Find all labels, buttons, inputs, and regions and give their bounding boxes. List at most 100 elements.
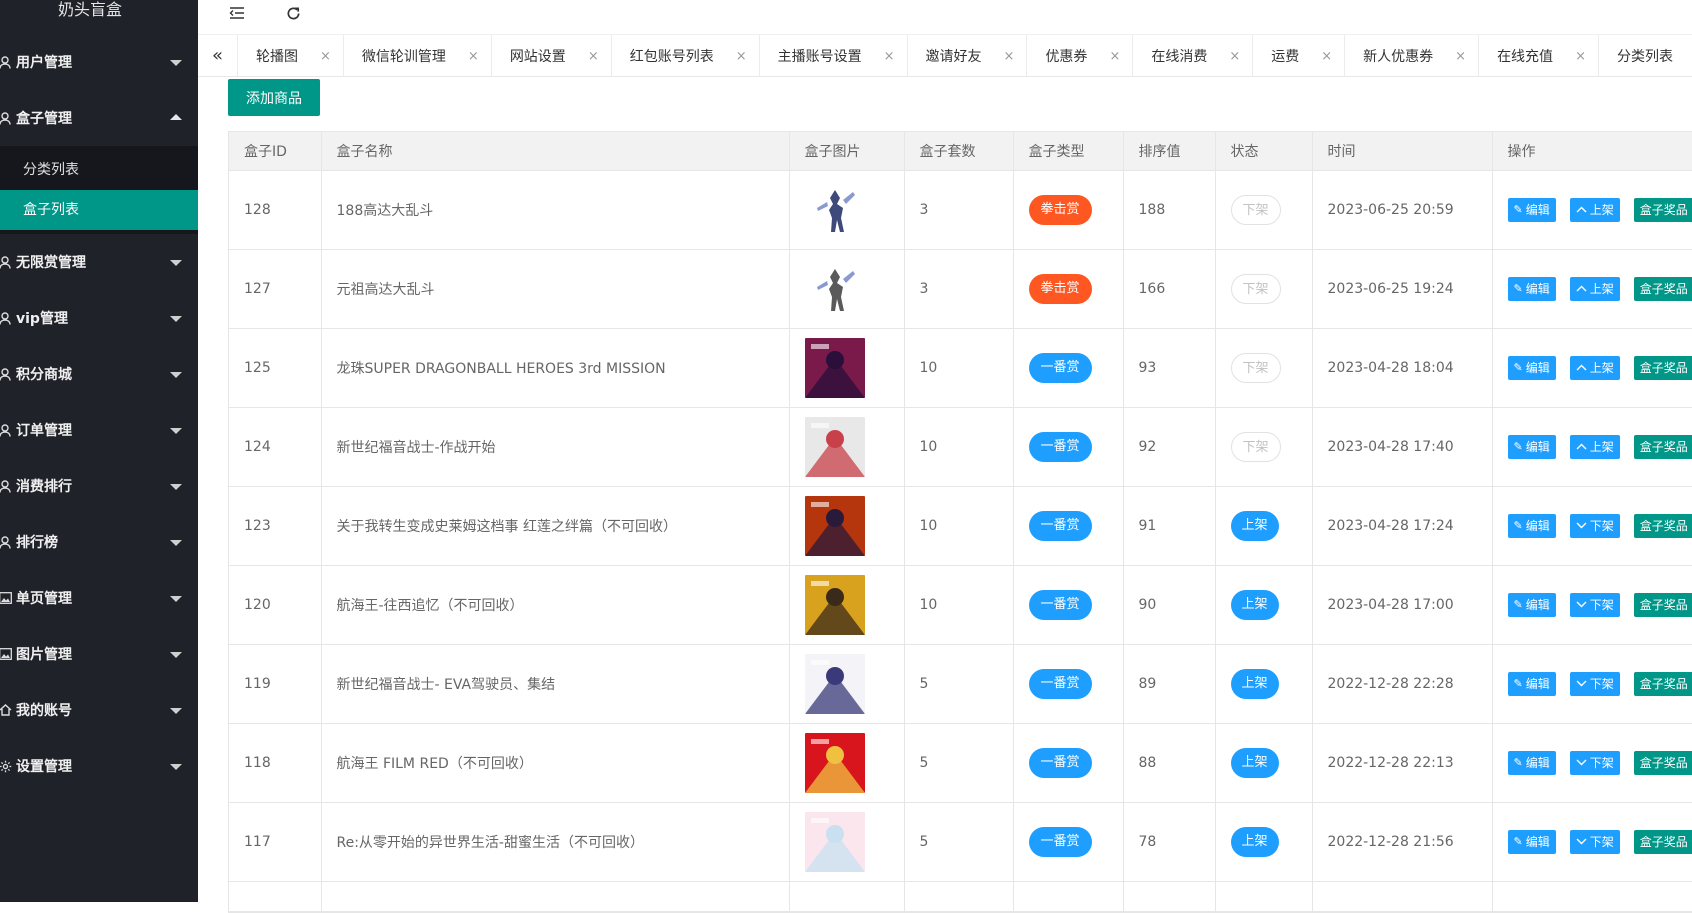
unshelve-button[interactable]: 下架	[1570, 830, 1620, 854]
box-prize-button[interactable]: 盒子奖品	[1634, 751, 1692, 775]
edit-button[interactable]: ✎编辑	[1508, 593, 1556, 617]
empty-cell	[1215, 881, 1312, 911]
tab-scroll-left-icon[interactable]: «	[198, 35, 238, 76]
shelve-button[interactable]: 上架	[1570, 277, 1620, 301]
sidebar-item[interactable]: vip管理	[0, 290, 198, 346]
close-icon[interactable]: ×	[1321, 49, 1332, 64]
tab[interactable]: 邀请好友 ×	[908, 35, 1028, 77]
unshelve-button[interactable]: 下架	[1570, 514, 1620, 538]
chevron-up-icon	[1576, 356, 1587, 380]
empty-cell	[321, 881, 789, 911]
unshelve-button[interactable]: 下架	[1570, 593, 1620, 617]
close-icon[interactable]: ×	[1109, 49, 1120, 64]
close-icon[interactable]: ×	[320, 49, 331, 64]
status-toggle[interactable]: 上架	[1231, 511, 1279, 541]
cell-image	[789, 723, 904, 802]
sidebar-item[interactable]: 订单管理	[0, 402, 198, 458]
status-toggle[interactable]: 上架	[1231, 590, 1279, 620]
sidebar-item-label: 我的账号	[16, 700, 72, 720]
cell-name: 航海王 FILM RED（不可回收）	[321, 723, 789, 802]
box-type-badge: 一番赏	[1029, 827, 1092, 857]
tab[interactable]: 网站设置×	[492, 35, 612, 77]
sidebar-item[interactable]: 用户管理	[0, 34, 198, 90]
edit-button[interactable]: ✎编辑	[1508, 672, 1556, 696]
sidebar-item[interactable]: 设置管理	[0, 738, 198, 794]
sidebar-item[interactable]: 无限赏管理	[0, 234, 198, 290]
status-toggle[interactable]: 上架	[1231, 669, 1279, 699]
collapse-menu-icon[interactable]	[224, 0, 250, 26]
tab[interactable]: 轮播图×	[238, 35, 344, 77]
action-group: ✎编辑下架盒子奖品	[1508, 830, 1692, 854]
caret-down-icon	[170, 764, 182, 770]
box-prize-button[interactable]: 盒子奖品	[1634, 277, 1692, 301]
status-toggle[interactable]: 上架	[1231, 748, 1279, 778]
close-icon[interactable]: ×	[1455, 49, 1466, 64]
close-icon[interactable]: ×	[884, 49, 895, 64]
status-toggle[interactable]: 下架	[1231, 195, 1281, 225]
tab[interactable]: 运费×	[1253, 35, 1345, 77]
shelve-button[interactable]: 上架	[1570, 435, 1620, 459]
box-prize-button[interactable]: 盒子奖品	[1634, 672, 1692, 696]
chevron-up-icon	[1576, 277, 1587, 301]
sidebar-item[interactable]: 盒子管理	[0, 90, 198, 146]
shelve-button[interactable]: 上架	[1570, 198, 1620, 222]
close-icon[interactable]: ×	[588, 49, 599, 64]
empty-cell	[789, 881, 904, 911]
tab[interactable]: 微信轮训管理×	[344, 35, 492, 77]
tab[interactable]: 新人优惠券×	[1345, 35, 1479, 77]
tab[interactable]: 在线充值×	[1479, 35, 1599, 77]
add-product-button[interactable]: 添加商品	[228, 79, 320, 116]
user-icon	[0, 312, 16, 325]
edit-button[interactable]: ✎编辑	[1508, 198, 1556, 222]
box-prize-button[interactable]: 盒子奖品	[1634, 514, 1692, 538]
box-prize-button[interactable]: 盒子奖品	[1634, 593, 1692, 617]
tab-label: 邀请好友	[926, 46, 982, 66]
sidebar-item[interactable]: 积分商城	[0, 346, 198, 402]
shelve-button[interactable]: 上架	[1570, 356, 1620, 380]
box-type-badge: 一番赏	[1029, 590, 1092, 620]
edit-button[interactable]: ✎编辑	[1508, 514, 1556, 538]
sidebar-item[interactable]: 消费排行	[0, 458, 198, 514]
caret-down-icon	[170, 60, 182, 66]
edit-button[interactable]: ✎编辑	[1508, 435, 1556, 459]
edit-button[interactable]: ✎编辑	[1508, 830, 1556, 854]
box-table: 盒子ID盒子名称盒子图片盒子套数盒子类型排序值状态时间操作 128188高达大乱…	[228, 131, 1692, 913]
user-icon	[0, 56, 16, 69]
sidebar-item[interactable]: 图片管理	[0, 626, 198, 682]
close-icon[interactable]: ×	[1229, 49, 1240, 64]
tab[interactable]: 分类列表×	[1599, 35, 1692, 77]
box-prize-button[interactable]: 盒子奖品	[1634, 435, 1692, 459]
unshelve-button[interactable]: 下架	[1570, 672, 1620, 696]
box-prize-button[interactable]: 盒子奖品	[1634, 198, 1692, 222]
status-toggle[interactable]: 下架	[1231, 274, 1281, 304]
box-prize-button[interactable]: 盒子奖品	[1634, 830, 1692, 854]
status-toggle[interactable]: 上架	[1231, 827, 1279, 857]
close-icon[interactable]: ×	[1575, 49, 1586, 64]
cell-actions: ✎编辑下架盒子奖品	[1492, 486, 1692, 565]
edit-button[interactable]: ✎编辑	[1508, 356, 1556, 380]
edit-label: 编辑	[1526, 751, 1550, 775]
edit-button[interactable]: ✎编辑	[1508, 277, 1556, 301]
tab[interactable]: 在线消费×	[1133, 35, 1253, 77]
unshelve-button[interactable]: 下架	[1570, 751, 1620, 775]
tab[interactable]: 主播账号设置×	[760, 35, 908, 77]
cell-image	[789, 644, 904, 723]
sidebar-item[interactable]: 排行榜	[0, 514, 198, 570]
sidebar-item[interactable]: 我的账号	[0, 682, 198, 738]
status-toggle[interactable]: 下架	[1231, 432, 1281, 462]
caret-up-icon	[170, 114, 182, 120]
tab[interactable]: 优惠券 ×	[1027, 35, 1133, 77]
status-toggle[interactable]: 下架	[1231, 353, 1281, 383]
sidebar-item[interactable]: 单页管理	[0, 570, 198, 626]
tab[interactable]: 红包账号列表×	[612, 35, 760, 77]
close-icon[interactable]: ×	[736, 49, 747, 64]
refresh-icon[interactable]	[280, 0, 306, 26]
close-icon[interactable]: ×	[468, 49, 479, 64]
sidebar-subitem[interactable]: 盒子列表	[0, 190, 198, 230]
box-prize-button[interactable]: 盒子奖品	[1634, 356, 1692, 380]
sidebar-subitem[interactable]: 分类列表	[0, 150, 198, 190]
close-icon[interactable]: ×	[1004, 49, 1015, 64]
tab-label: 优惠券	[1045, 46, 1087, 66]
edit-button[interactable]: ✎编辑	[1508, 751, 1556, 775]
sidebar-item-label: 用户管理	[16, 52, 72, 72]
